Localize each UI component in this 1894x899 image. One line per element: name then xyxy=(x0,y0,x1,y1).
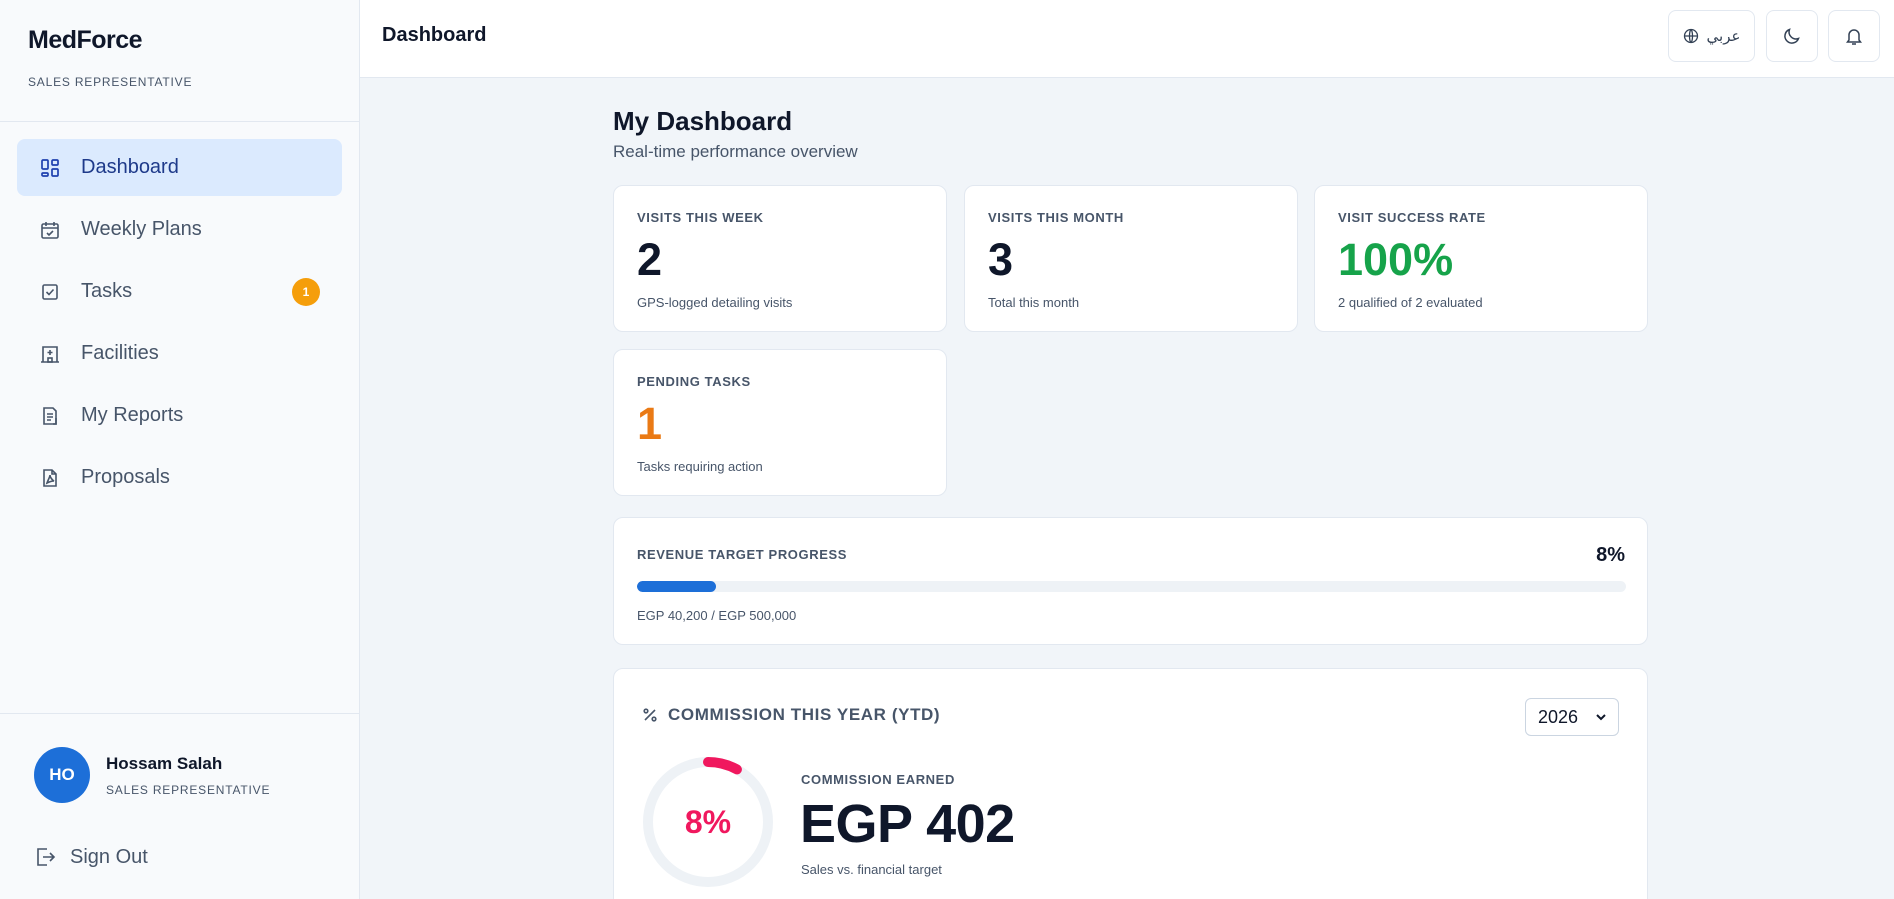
top-bar: Dashboard عربي xyxy=(360,0,1894,78)
user-panel: HO Hossam Salah SALES REPRESENTATIVE Sig… xyxy=(0,713,359,899)
sidebar-item-weekly-plans[interactable]: Weekly Plans xyxy=(17,201,342,258)
commission-header: COMMISSION THIS YEAR (YTD) xyxy=(642,705,940,725)
sidebar-item-facilities[interactable]: Facilities xyxy=(17,325,342,382)
sidebar-item-label: Weekly Plans xyxy=(81,218,202,240)
stat-value: 3 xyxy=(988,234,1014,285)
stat-description: GPS-logged detailing visits xyxy=(637,295,793,310)
page-title: My Dashboard xyxy=(613,106,793,136)
stat-label: VISITS THIS MONTH xyxy=(988,210,1124,225)
ring-percent: 8% xyxy=(684,803,732,840)
sidebar-item-my-reports[interactable]: My Reports xyxy=(17,387,342,444)
year-select-value: 2026 xyxy=(1538,706,1579,727)
sidebar-item-label: Tasks xyxy=(81,280,133,302)
chevron-down-icon xyxy=(1594,710,1608,724)
checkbox-icon xyxy=(39,281,61,303)
dashboard-icon xyxy=(39,157,61,179)
sidebar-item-label: My Reports xyxy=(81,404,184,426)
commission-ring: 8% xyxy=(641,755,775,889)
page-header-title: Dashboard xyxy=(382,24,487,46)
pdf-document-icon xyxy=(39,467,61,489)
commission-card: COMMISSION THIS YEAR (YTD) 2026 8% COMMI… xyxy=(613,668,1648,899)
user-profile[interactable]: HO Hossam Salah SALES REPRESENTATIVE xyxy=(34,747,270,803)
sidebar-item-label: Dashboard xyxy=(81,156,179,178)
user-name: Hossam Salah xyxy=(106,753,223,773)
revenue-progress-bar xyxy=(637,581,1626,592)
globe-icon xyxy=(1683,28,1699,44)
sidebar-item-tasks[interactable]: Tasks 1 xyxy=(17,263,342,320)
page-subtitle: Real-time performance overview xyxy=(613,142,858,161)
stat-description: Tasks requiring action xyxy=(637,459,763,474)
stat-description: 2 qualified of 2 evaluated xyxy=(1338,295,1483,310)
revenue-progress-fill xyxy=(637,581,717,592)
revenue-detail: EGP 40,200 / EGP 500,000 xyxy=(637,608,797,623)
calendar-check-icon xyxy=(39,219,61,241)
commission-title: COMMISSION THIS YEAR (YTD) xyxy=(668,705,941,724)
report-icon xyxy=(39,405,61,427)
stat-label: PENDING TASKS xyxy=(637,374,751,389)
sidebar-item-label: Proposals xyxy=(81,466,170,488)
commission-description: Sales vs. financial target xyxy=(801,862,942,877)
percent-icon xyxy=(642,707,658,723)
revenue-label: REVENUE TARGET PROGRESS xyxy=(637,547,848,562)
language-label: عربي xyxy=(1706,28,1741,45)
stat-label: VISIT SUCCESS RATE xyxy=(1338,210,1486,225)
stat-value: 1 xyxy=(637,398,663,449)
stat-value: 2 xyxy=(637,234,663,285)
bell-icon xyxy=(1844,26,1864,46)
revenue-target-card: REVENUE TARGET PROGRESS 8% EGP 40,200 / … xyxy=(613,517,1648,645)
stat-card-visits-month: VISITS THIS MONTH 3 Total this month xyxy=(964,185,1298,332)
sidebar-nav: Dashboard Weekly Plans Tasks 1 Facilitie… xyxy=(0,122,359,506)
avatar: HO xyxy=(34,747,90,803)
stat-label: VISITS THIS WEEK xyxy=(637,210,764,225)
tasks-count-badge: 1 xyxy=(292,277,320,306)
language-toggle-button[interactable]: عربي xyxy=(1668,10,1755,62)
sign-out-button[interactable]: Sign Out xyxy=(34,841,148,873)
hospital-building-icon xyxy=(39,343,61,365)
brand-header: MedForce SALES REPRESENTATIVE xyxy=(0,0,359,122)
stat-description: Total this month xyxy=(988,295,1080,310)
brand-name: MedForce xyxy=(28,26,143,54)
year-select[interactable]: 2026 xyxy=(1525,698,1619,736)
sidebar-item-dashboard[interactable]: Dashboard xyxy=(17,139,342,196)
sidebar: MedForce SALES REPRESENTATIVE Dashboard … xyxy=(0,0,360,899)
theme-toggle-button[interactable] xyxy=(1766,10,1818,62)
revenue-percent: 8% xyxy=(1596,544,1625,566)
stat-card-visits-week: VISITS THIS WEEK 2 GPS-logged detailing … xyxy=(613,185,947,332)
sidebar-item-proposals[interactable]: Proposals xyxy=(17,449,342,506)
commission-earned-label: COMMISSION EARNED xyxy=(801,772,955,787)
main-content: My Dashboard Real-time performance overv… xyxy=(613,78,1648,899)
stat-card-pending-tasks[interactable]: PENDING TASKS 1 Tasks requiring action xyxy=(613,349,947,496)
stat-value: 100% xyxy=(1338,234,1454,285)
sign-out-label: Sign Out xyxy=(70,845,148,868)
brand-role: SALES REPRESENTATIVE xyxy=(28,75,193,89)
user-role: SALES REPRESENTATIVE xyxy=(106,782,271,797)
notifications-button[interactable] xyxy=(1828,10,1880,62)
user-info: Hossam Salah SALES REPRESENTATIVE xyxy=(106,754,270,797)
sidebar-item-label: Facilities xyxy=(81,342,159,364)
moon-icon xyxy=(1782,26,1802,46)
stat-card-success-rate: VISIT SUCCESS RATE 100% 2 qualified of 2… xyxy=(1314,185,1648,332)
commission-earned-value: EGP 402 xyxy=(800,794,1015,854)
sign-out-icon xyxy=(34,846,56,868)
